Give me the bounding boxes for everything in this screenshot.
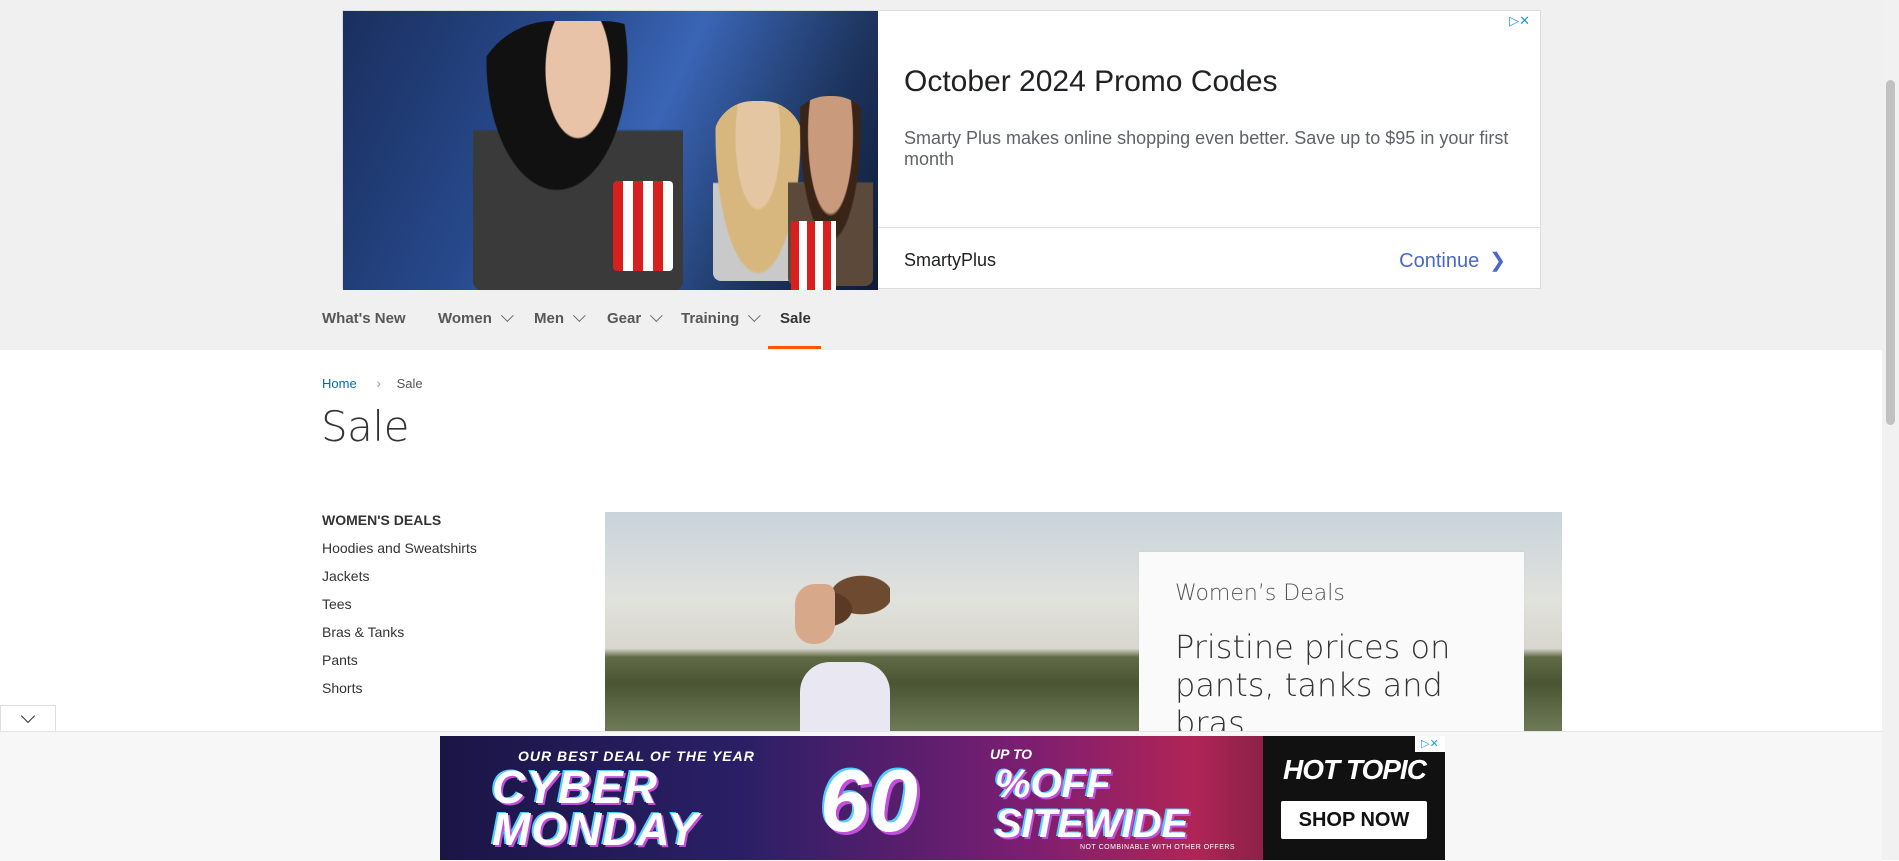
sidebar-link-shorts[interactable]: Shorts xyxy=(322,680,477,696)
sidebar-link-jackets[interactable]: Jackets xyxy=(322,568,477,584)
ad-continue-button[interactable]: Continue ❯ xyxy=(1399,248,1506,273)
sidebar: WOMEN'S DEALS Hoodies and Sweatshirts Ja… xyxy=(322,512,477,696)
ad-brand-logo: HOT TOPIC xyxy=(1283,754,1427,785)
nav-label: What's New xyxy=(322,310,406,327)
ad-title[interactable]: October 2024 Promo Codes xyxy=(904,65,1278,99)
nav-item-women[interactable]: Women xyxy=(438,309,514,327)
scrollbar-thumb[interactable] xyxy=(1886,80,1895,425)
ad-continue-label: Continue xyxy=(1399,250,1480,272)
ad-image[interactable] xyxy=(343,11,878,290)
ad-brand-panel: HOT TOPIC SHOP NOW xyxy=(1263,736,1445,860)
collapse-ad-button[interactable] xyxy=(0,705,56,731)
nav-item-gear[interactable]: Gear xyxy=(607,309,663,327)
ad-headline: CYBER MONDAY xyxy=(492,761,700,855)
hero-image-body xyxy=(800,662,890,732)
sidebar-link-hoodies[interactable]: Hoodies and Sweatshirts xyxy=(322,540,477,556)
sidebar-heading: WOMEN'S DEALS xyxy=(322,512,442,528)
chevron-right-icon: ❯ xyxy=(1489,250,1506,272)
nav-item-whats-new[interactable]: What's New xyxy=(322,310,406,327)
hero-subtitle: Women’s Deals xyxy=(1175,581,1345,606)
ad-up-to: UP TO xyxy=(990,746,1033,762)
ad-image-popcorn xyxy=(613,181,673,271)
breadcrumb-current: Sale xyxy=(396,376,423,391)
vertical-scrollbar[interactable] xyxy=(1882,0,1899,860)
nav-label: Training xyxy=(681,310,740,327)
page-title: Sale xyxy=(321,402,409,451)
ad-fine-print: NOT COMBINABLE WITH OTHER OFFERS xyxy=(1080,844,1236,851)
bottom-advertisement[interactable]: OUR BEST DEAL OF THE YEAR CYBER MONDAY U… xyxy=(440,736,1445,860)
nav-label: Women xyxy=(438,310,492,327)
womens-deals-banner[interactable]: Women’s Deals Pristine prices on pants, … xyxy=(605,512,1562,732)
nav-item-men[interactable]: Men xyxy=(534,309,586,327)
nav-label: Men xyxy=(534,310,564,327)
nav-item-training[interactable]: Training xyxy=(681,309,762,327)
sidebar-link-pants[interactable]: Pants xyxy=(322,652,477,668)
nav-label: Sale xyxy=(780,310,811,327)
breadcrumb: Home › Sale xyxy=(322,375,423,391)
ad-image-popcorn-2 xyxy=(791,221,836,290)
ad-description[interactable]: Smarty Plus makes online shopping even b… xyxy=(904,128,1524,170)
sidebar-link-bras-tanks[interactable]: Bras & Tanks xyxy=(322,624,477,640)
ad-copy[interactable]: October 2024 Promo Codes Smarty Plus mak… xyxy=(878,11,1540,227)
hero-card: Women’s Deals Pristine prices on pants, … xyxy=(1139,552,1524,732)
nav-item-sale[interactable]: Sale xyxy=(780,310,811,327)
nav-label: Gear xyxy=(607,310,642,327)
breadcrumb-home[interactable]: Home xyxy=(322,376,357,391)
ad-sponsor: SmartyPlus xyxy=(904,250,997,270)
chevron-right-icon: › xyxy=(376,375,381,391)
ad-percent: 60 xyxy=(820,751,918,850)
sidebar-link-tees[interactable]: Tees xyxy=(322,596,477,612)
hero-title: Pristine prices on pants, tanks and bras xyxy=(1175,628,1451,732)
ad-off-text: %OFF SITEWIDE xyxy=(995,762,1189,846)
chevron-down-icon xyxy=(20,708,36,724)
top-advertisement[interactable]: ▷✕ October 2024 Promo Codes Smarty Plus … xyxy=(342,10,1541,290)
ad-footer: SmartyPlus Continue ❯ xyxy=(878,227,1540,288)
adchoices-icon[interactable]: ▷✕ xyxy=(1415,736,1445,752)
nav-active-indicator xyxy=(768,346,821,349)
ad-shop-now-button[interactable]: SHOP NOW xyxy=(1281,801,1427,839)
hero-image-face xyxy=(795,584,835,644)
